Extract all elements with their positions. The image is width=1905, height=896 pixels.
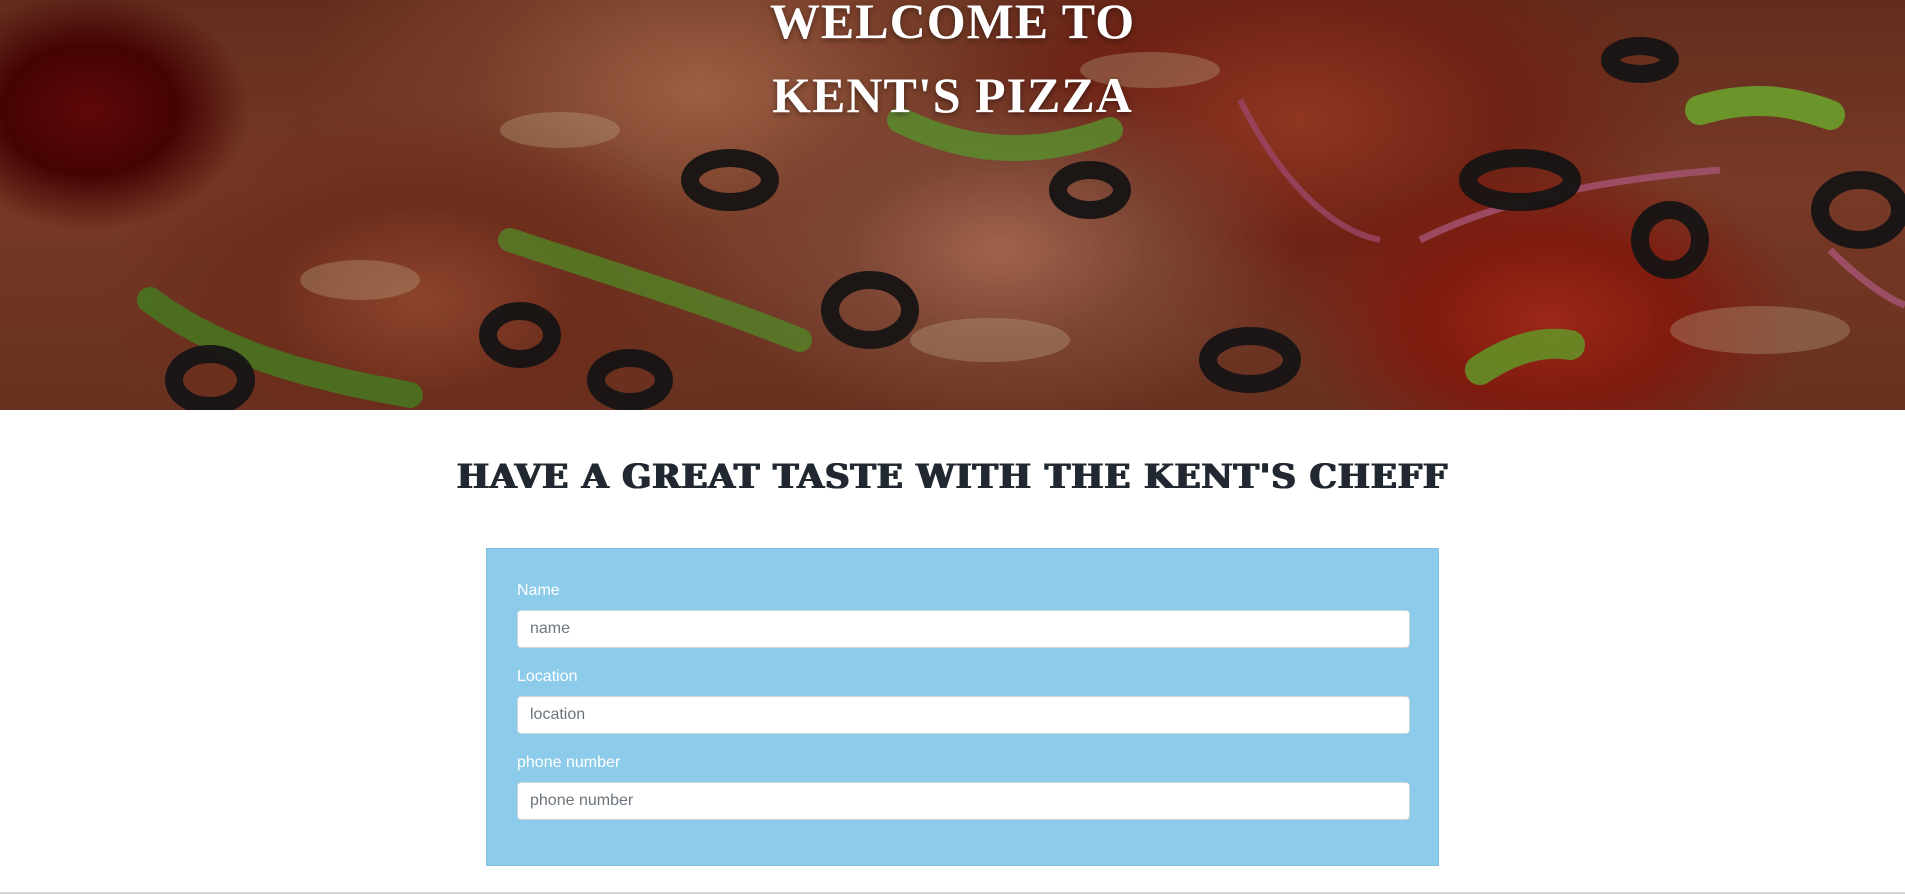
location-label: Location xyxy=(517,668,578,685)
hero-banner: WELCOME TO KENT'S PIZZA xyxy=(0,0,1905,410)
tagline-heading: HAVE A GREAT TASTE WITH THE KENT'S CHEFF xyxy=(456,457,1449,497)
hero-title-line2: KENT'S PIZZA xyxy=(772,67,1133,123)
name-input[interactable] xyxy=(517,610,1410,648)
location-input[interactable] xyxy=(517,696,1410,734)
phone-number-label: phone number xyxy=(517,754,621,771)
name-label: Name xyxy=(517,582,560,599)
phone-number-input[interactable] xyxy=(517,782,1410,820)
bottom-divider xyxy=(0,892,1905,894)
order-form: Name Location phone number xyxy=(486,548,1439,866)
hero-title-line1: WELCOME TO xyxy=(769,0,1136,49)
hero-title: WELCOME TO KENT'S PIZZA xyxy=(0,0,1905,132)
page: WELCOME TO KENT'S PIZZA HAVE A GREAT TAS… xyxy=(0,0,1905,896)
